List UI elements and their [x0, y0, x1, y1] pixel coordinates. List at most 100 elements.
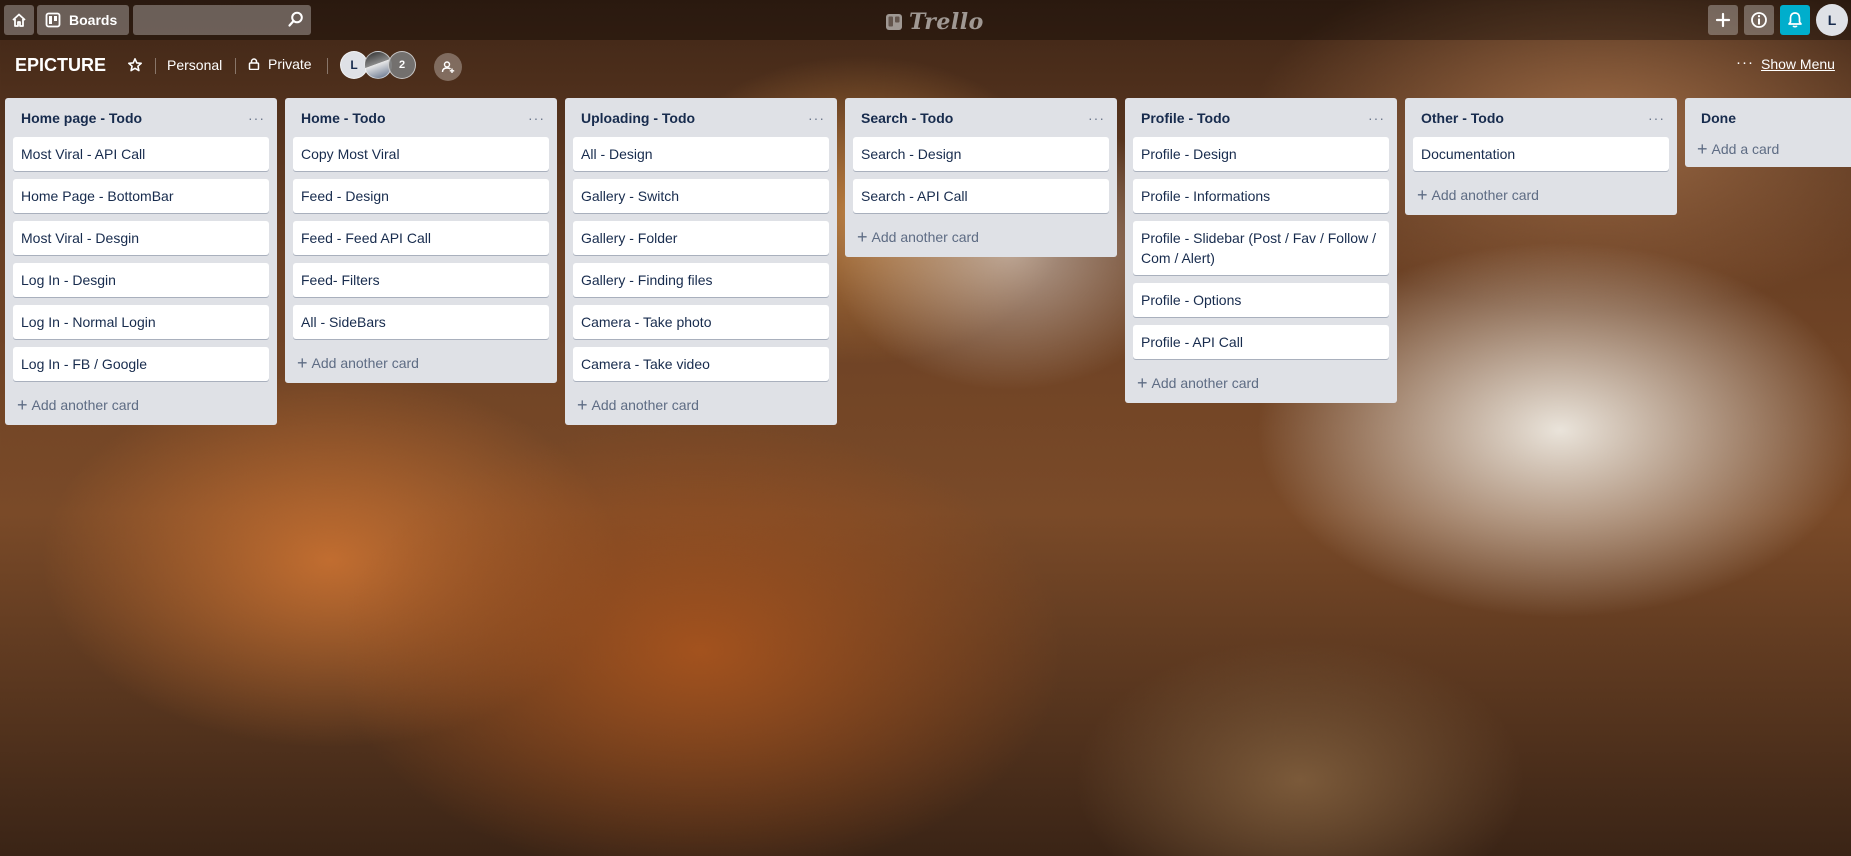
information-button[interactable]: [1744, 5, 1774, 35]
add-card-label: Add a card: [1711, 141, 1780, 157]
card[interactable]: Search - Design: [853, 137, 1109, 171]
list-header[interactable]: Search - Todo ···: [849, 98, 1113, 137]
list: Done + Add a card: [1685, 98, 1851, 167]
card[interactable]: Log In - Normal Login: [13, 305, 269, 339]
list-menu-icon[interactable]: ···: [248, 110, 265, 126]
team-button[interactable]: Personal: [167, 57, 222, 73]
card[interactable]: Profile - API Call: [1133, 325, 1389, 359]
search-input[interactable]: [133, 5, 289, 35]
star-icon: [128, 58, 142, 72]
card[interactable]: Copy Most Viral: [293, 137, 549, 171]
star-board-button[interactable]: [124, 54, 146, 76]
card[interactable]: Camera - Take photo: [573, 305, 829, 339]
list: Search - Todo ··· Search - Design Search…: [845, 98, 1117, 257]
card[interactable]: Gallery - Finding files: [573, 263, 829, 297]
card[interactable]: Most Viral - API Call: [13, 137, 269, 171]
list: Uploading - Todo ··· All - Design Galler…: [565, 98, 837, 425]
list-menu-icon[interactable]: ···: [1648, 110, 1665, 126]
info-icon: [1751, 12, 1767, 28]
notifications-button[interactable]: [1780, 5, 1810, 35]
card[interactable]: Profile - Design: [1133, 137, 1389, 171]
card[interactable]: Documentation: [1413, 137, 1669, 171]
list-title[interactable]: Home page - Todo: [21, 110, 142, 126]
card[interactable]: Gallery - Switch: [573, 179, 829, 213]
trello-logo[interactable]: Trello: [885, 9, 984, 35]
add-card-button[interactable]: + Add another card: [9, 389, 273, 417]
plus-icon: +: [1697, 139, 1708, 159]
logo-text: Trello: [909, 9, 984, 35]
boards-button[interactable]: Boards: [37, 5, 129, 35]
board-lists: Home page - Todo ··· Most Viral - API Ca…: [5, 98, 1851, 425]
search-icon[interactable]: [287, 10, 305, 28]
list-title[interactable]: Uploading - Todo: [581, 110, 695, 126]
list-header[interactable]: Home page - Todo ···: [9, 98, 273, 137]
add-card-label: Add another card: [1151, 375, 1259, 391]
home-icon: [12, 13, 26, 27]
plus-icon: +: [297, 353, 308, 373]
bell-icon: [1788, 12, 1802, 28]
add-card-label: Add another card: [31, 397, 139, 413]
trello-logo-icon: [886, 14, 902, 30]
card[interactable]: Profile - Slidebar (Post / Fav / Follow …: [1133, 221, 1389, 275]
boards-icon: [45, 12, 61, 28]
card[interactable]: Feed - Feed API Call: [293, 221, 549, 255]
list-menu-icon[interactable]: ···: [808, 110, 825, 126]
top-navigation-bar: Boards Trello L: [0, 0, 1851, 40]
list: Profile - Todo ··· Profile - Design Prof…: [1125, 98, 1397, 403]
divider: [235, 58, 236, 74]
add-card-label: Add another card: [871, 229, 979, 245]
add-card-button[interactable]: + Add a card: [1689, 137, 1851, 161]
board-title[interactable]: EPICTURE: [15, 55, 106, 76]
divider: [155, 58, 156, 74]
card[interactable]: Feed- Filters: [293, 263, 549, 297]
lock-icon: [248, 58, 260, 70]
card[interactable]: Log In - FB / Google: [13, 347, 269, 381]
list-header[interactable]: Profile - Todo ···: [1129, 98, 1393, 137]
plus-icon: +: [1417, 185, 1428, 205]
add-card-button[interactable]: + Add another card: [1409, 179, 1673, 207]
card[interactable]: Gallery - Folder: [573, 221, 829, 255]
visibility-button[interactable]: Private: [248, 56, 312, 72]
plus-icon: +: [1137, 373, 1148, 393]
list-menu-icon[interactable]: ···: [1368, 110, 1385, 126]
card[interactable]: Profile - Informations: [1133, 179, 1389, 213]
show-menu-link[interactable]: Show Menu: [1761, 56, 1835, 72]
add-card-label: Add another card: [591, 397, 699, 413]
list-title[interactable]: Profile - Todo: [1141, 110, 1230, 126]
card[interactable]: Camera - Take video: [573, 347, 829, 381]
plus-icon: +: [857, 227, 868, 247]
card[interactable]: Feed - Design: [293, 179, 549, 213]
invite-button[interactable]: [434, 53, 462, 81]
card[interactable]: All - SideBars: [293, 305, 549, 339]
divider: [327, 58, 328, 74]
add-card-button[interactable]: + Add another card: [289, 347, 553, 375]
add-card-button[interactable]: + Add another card: [849, 221, 1113, 249]
add-member-icon: [441, 61, 455, 73]
add-card-button[interactable]: + Add another card: [569, 389, 833, 417]
list-header[interactable]: Done: [1689, 98, 1851, 137]
list: Home page - Todo ··· Most Viral - API Ca…: [5, 98, 277, 425]
board-members: L 2: [340, 51, 416, 79]
home-button[interactable]: [4, 5, 34, 35]
add-card-button[interactable]: + Add another card: [1129, 367, 1393, 395]
list-header[interactable]: Home - Todo ···: [289, 98, 553, 137]
list-menu-icon[interactable]: ···: [1088, 110, 1105, 126]
list-title[interactable]: Search - Todo: [861, 110, 953, 126]
card[interactable]: Profile - Options: [1133, 283, 1389, 317]
card[interactable]: Log In - Desgin: [13, 263, 269, 297]
more-members-count[interactable]: 2: [388, 51, 416, 79]
card[interactable]: Most Viral - Desgin: [13, 221, 269, 255]
create-button[interactable]: [1708, 5, 1738, 35]
search-box: [133, 5, 311, 35]
user-avatar[interactable]: L: [1816, 4, 1848, 36]
list-menu-icon[interactable]: ···: [528, 110, 545, 126]
list-title[interactable]: Done: [1701, 110, 1736, 126]
card[interactable]: All - Design: [573, 137, 829, 171]
card[interactable]: Home Page - BottomBar: [13, 179, 269, 213]
list-title[interactable]: Home - Todo: [301, 110, 386, 126]
visibility-label: Private: [268, 56, 312, 72]
list-header[interactable]: Other - Todo ···: [1409, 98, 1673, 137]
list-header[interactable]: Uploading - Todo ···: [569, 98, 833, 137]
list-title[interactable]: Other - Todo: [1421, 110, 1504, 126]
card[interactable]: Search - API Call: [853, 179, 1109, 213]
